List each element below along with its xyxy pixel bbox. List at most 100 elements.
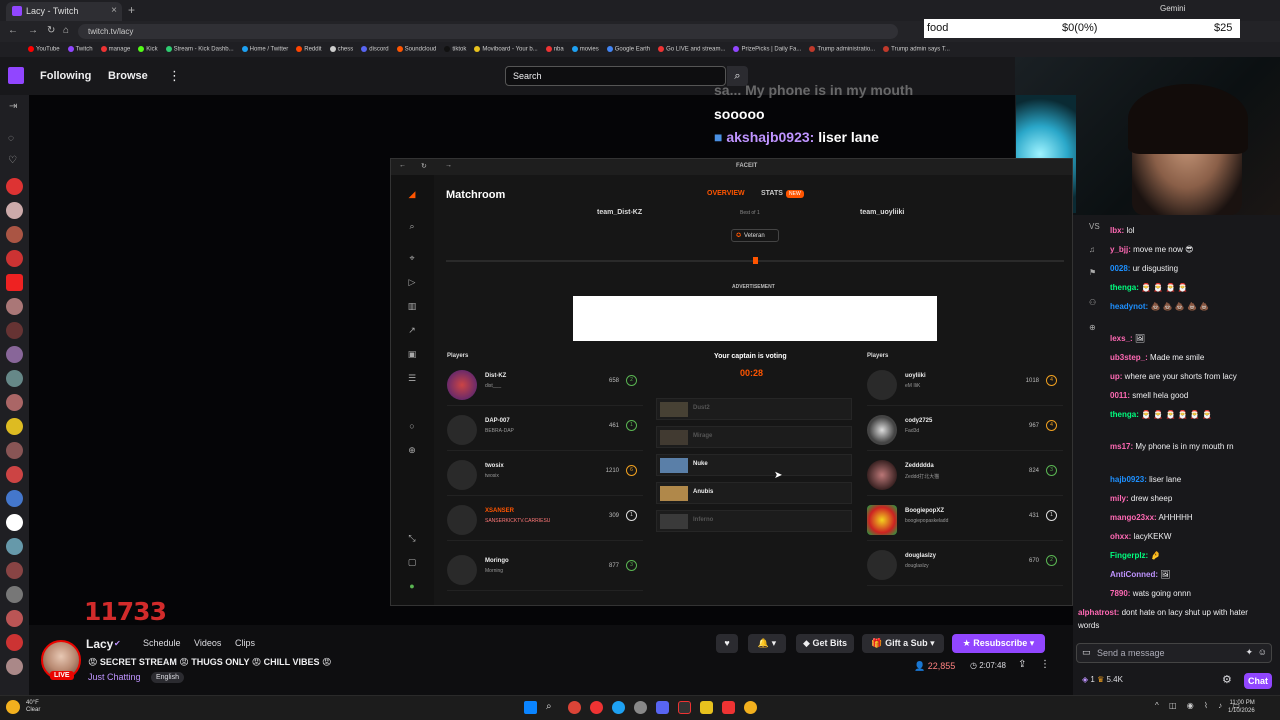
tab-schedule[interactable]: Schedule <box>143 638 181 648</box>
chat-message-input[interactable]: ▭ Send a message ✦ ☺ <box>1076 643 1272 663</box>
list-icon[interactable]: ☰ <box>405 373 419 384</box>
player-row[interactable]: douglaslzy douglaslzy 670 2 <box>867 546 1063 586</box>
bits-icon[interactable]: ✦ <box>1245 647 1253 658</box>
sidebar-channel-avatar[interactable] <box>6 178 23 195</box>
sidebar-channel-avatar[interactable] <box>6 610 23 627</box>
chat-message[interactable]: mango23xx: AHHHHH <box>1110 513 1275 522</box>
users-icon[interactable]: ⚇ <box>1089 298 1096 307</box>
media-icon[interactable] <box>590 701 603 714</box>
player-row[interactable]: Moringo Morning 877 3 <box>447 551 643 591</box>
collapse-chat-icon[interactable]: VS <box>1089 222 1100 231</box>
bookmark-item[interactable]: Moviboard - Your b... <box>474 46 538 53</box>
tab-stats[interactable]: STATS <box>761 190 783 197</box>
channel-points[interactable]: ◈ 1 ♛ 5.4K <box>1082 675 1123 684</box>
sidebar-channel-avatar[interactable] <box>6 226 23 243</box>
bookmark-item[interactable]: Go LIVE and stream... <box>658 46 725 53</box>
search-icon[interactable]: ⌕ <box>546 701 559 714</box>
app-icon[interactable] <box>722 701 735 714</box>
tab-videos[interactable]: Videos <box>194 638 221 648</box>
find-match-icon[interactable]: ⌖ <box>405 253 419 264</box>
player-row[interactable]: Zeddddda Zeddd打北大猫 824 3 <box>867 456 1063 496</box>
taskbar-clock[interactable]: 11:00 PM 1/10/2026 <box>1228 699 1255 715</box>
advertisement-banner[interactable] <box>573 296 937 341</box>
nav-browse[interactable]: Browse <box>108 70 148 82</box>
sidebar-channel-avatar[interactable] <box>6 586 23 603</box>
weather-icon[interactable] <box>6 700 20 714</box>
chat-username[interactable]: up: <box>1110 372 1122 381</box>
chat-message[interactable]: up: where are your shorts from lacy <box>1110 372 1275 381</box>
channel-name[interactable]: Lacy <box>86 637 113 651</box>
sidebar-channel-avatar[interactable] <box>6 466 23 483</box>
bookmark-item[interactable]: movies <box>571 46 599 53</box>
settings-icon[interactable] <box>634 701 647 714</box>
nav-following[interactable]: Following <box>40 70 91 82</box>
team-left-name[interactable]: team_Dist-KZ <box>597 209 642 216</box>
gemini-button[interactable]: Gemini <box>1160 4 1185 13</box>
trend-icon[interactable]: ↗ <box>405 325 419 336</box>
chat-emote-icon[interactable]: ▭ <box>1082 647 1091 658</box>
chat-username[interactable]: lexs_: <box>1110 334 1133 343</box>
follow-heart-icon[interactable]: ♥ <box>716 634 738 653</box>
get-bits-button[interactable]: ◆ Get Bits <box>796 634 854 653</box>
chat-message[interactable]: mily: drew sheep <box>1110 494 1275 503</box>
chat-message[interactable]: 7890: wats going onnn <box>1110 589 1275 598</box>
online-status-icon[interactable]: ● <box>405 581 419 591</box>
team-right-name[interactable]: team_uoyliiki <box>860 209 904 216</box>
chat-username[interactable]: thenga: <box>1110 283 1139 292</box>
chat-username[interactable]: ub3step_: <box>1110 353 1148 362</box>
sidebar-channel-avatar[interactable] <box>6 490 23 507</box>
chat-username[interactable]: alphatrost: <box>1078 608 1119 617</box>
sidebar-channel-avatar[interactable] <box>6 658 23 675</box>
twitch-logo-icon[interactable] <box>8 67 24 84</box>
map-option[interactable]: Nuke <box>656 454 852 476</box>
chat-username[interactable]: mango23xx: <box>1110 513 1157 522</box>
video-icon[interactable]: ▣ <box>405 349 419 360</box>
home-icon[interactable]: ⌂ <box>63 25 69 36</box>
play-icon[interactable]: ▷ <box>405 277 419 288</box>
chat-message[interactable]: alphatrost: dont hate on lacy shut up wi… <box>1078 606 1268 632</box>
sidebar-channel-avatar[interactable] <box>6 634 23 651</box>
close-icon[interactable]: × <box>111 5 117 16</box>
chat-message[interactable]: Fingerplz: 🤌 <box>1110 551 1275 560</box>
player-row[interactable]: twosix twosix 1210 6 <box>447 456 643 496</box>
chat-username[interactable]: hajb0923: <box>1110 475 1147 484</box>
chat-message[interactable]: 0028: ur disgusting <box>1110 264 1275 273</box>
tab-overview[interactable]: OVERVIEW <box>707 190 745 197</box>
resize-icon[interactable]: ⤡ <box>405 533 419 544</box>
chat-username[interactable]: lbx: <box>1110 226 1124 235</box>
add-icon[interactable]: ⊕ <box>405 445 419 456</box>
chat-username[interactable]: headynot: <box>1110 302 1148 311</box>
chat-message[interactable]: AntiConned: 🖼 <box>1110 570 1275 579</box>
bookmark-item[interactable]: YouTube <box>28 46 60 53</box>
discord-icon[interactable] <box>656 701 669 714</box>
add-icon[interactable]: ⊕ <box>1089 323 1096 332</box>
chrome-canary-icon[interactable] <box>744 701 757 714</box>
chat-username[interactable]: mily: <box>1110 494 1129 503</box>
sidebar-channel-avatar[interactable] <box>6 322 23 339</box>
bookmark-item[interactable]: Home / Twitter <box>241 46 288 53</box>
bookmark-item[interactable]: Stream - Kick Dashb... <box>165 46 234 53</box>
player-row[interactable]: cody2725 Fad3d 967 4 <box>867 411 1063 451</box>
bookmark-item[interactable]: manage <box>100 46 130 53</box>
chat-message[interactable]: headynot: 💩 💩 💩 💩 💩 <box>1110 302 1275 311</box>
gift-sub-button[interactable]: 🎁 Gift a Sub ▾ <box>862 634 944 653</box>
category-link[interactable]: Just Chatting <box>88 672 141 682</box>
windows-start-icon[interactable] <box>524 701 537 714</box>
bookmark-item[interactable]: Reddit <box>296 46 322 53</box>
resubscribe-button[interactable]: ★ Resubscribe ▾ <box>952 634 1045 653</box>
bookmark-item[interactable]: Twitch <box>67 46 93 53</box>
player-row[interactable]: XSANSER SANSERKICKTV.CARRIESU 309 1 <box>447 501 643 541</box>
chat-username[interactable]: y_bjj: <box>1110 245 1131 254</box>
chat-message[interactable]: ub3step_: Made me smile <box>1110 353 1275 362</box>
sidebar-channel-avatar[interactable] <box>6 370 23 387</box>
bookmark-item[interactable]: tiktok <box>444 46 466 53</box>
bookmark-item[interactable]: Trump admin says T... <box>883 46 950 53</box>
language-tag[interactable]: English <box>151 672 184 683</box>
search-icon[interactable]: ⌕ <box>405 221 419 232</box>
more-menu-icon[interactable]: ⋮ <box>168 68 181 84</box>
chat-message[interactable]: y_bjj: move me now 😎 <box>1110 245 1275 254</box>
sidebar-channel-avatar[interactable] <box>6 562 23 579</box>
chat-username[interactable]: ohxx: <box>1110 532 1131 541</box>
stats-bar-icon[interactable]: ▥ <box>405 301 419 312</box>
reload-icon[interactable]: ↻ <box>421 162 427 170</box>
